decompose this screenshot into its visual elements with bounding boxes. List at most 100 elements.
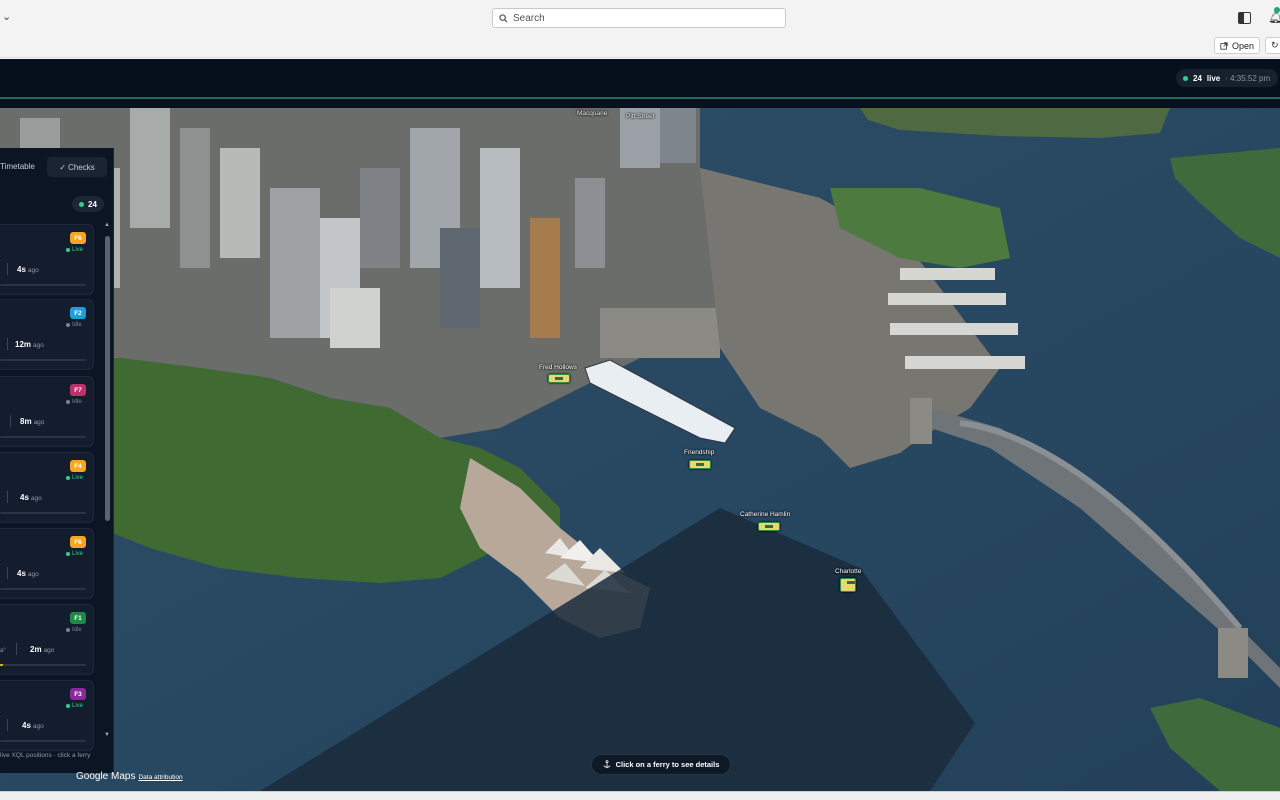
ferry-card[interactable]: F6 Live 4s ago xyxy=(0,224,94,295)
last-seen: 4s ago xyxy=(22,721,44,730)
divider xyxy=(16,643,17,655)
ferry-card[interactable]: F4 Live 4s ago xyxy=(0,452,94,523)
progress-bar xyxy=(0,436,86,438)
heading-value: a° xyxy=(0,648,6,654)
divider xyxy=(10,415,11,427)
ferry-hint-pill: Click on a ferry to see details xyxy=(591,754,731,775)
ago-unit: ago xyxy=(30,495,42,502)
map-attribution: Google Maps Data attribution xyxy=(76,771,183,782)
route-badge: F3 xyxy=(70,688,86,700)
hint-text: Click on a ferry to see details xyxy=(615,760,720,769)
refresh-button[interactable]: ↻ xyxy=(1265,37,1280,54)
last-seen: 4s ago xyxy=(17,265,39,274)
ago-unit: ago xyxy=(27,571,39,578)
map-3d-view[interactable]: Fred Hollows Friendship Catherine Hamlin… xyxy=(0,108,1280,791)
ferry-marker[interactable] xyxy=(689,460,711,469)
notification-badge xyxy=(1274,7,1280,13)
scroll-down-icon[interactable]: ▼ xyxy=(104,732,110,738)
ferry-label: Charlotte xyxy=(835,568,862,575)
ago-value: 4s xyxy=(20,493,29,502)
tab-timetable[interactable]: Timetable xyxy=(0,162,35,171)
status-text: Live xyxy=(72,247,84,253)
ferry-count-row: 24 xyxy=(0,192,112,216)
ferry-list-sidebar: Timetable ✓ Checks 24 F6 Live 4s ago F2 I… xyxy=(0,148,114,773)
tab-checks[interactable]: ✓ Checks xyxy=(47,157,107,177)
map-canvas[interactable] xyxy=(0,108,1280,791)
divider xyxy=(7,491,8,503)
live-dot-icon xyxy=(79,201,85,207)
ago-unit: ago xyxy=(32,723,44,730)
sidebar-tabs: Timetable ✓ Checks xyxy=(0,148,112,188)
status-text: Live xyxy=(72,551,84,557)
status-text: Live xyxy=(72,475,84,481)
search-placeholder: Search xyxy=(513,12,545,24)
ago-value: 8m xyxy=(20,417,32,426)
app-header: 24 live · 4:35:52 pm xyxy=(0,59,1280,99)
status-badge: Idle xyxy=(66,399,82,405)
live-label: live xyxy=(1206,73,1221,83)
search-input[interactable]: Search xyxy=(492,8,786,28)
anchor-icon xyxy=(603,760,611,769)
ferry-card[interactable]: F7 Idle 8m ago xyxy=(0,376,94,447)
ferry-marker[interactable] xyxy=(840,578,856,592)
ago-unit: ago xyxy=(33,342,44,349)
search-icon xyxy=(499,13,508,23)
browser-status-bar xyxy=(0,791,1280,800)
status-badge: Live xyxy=(66,247,83,253)
last-seen: 4s ago xyxy=(20,493,42,502)
ago-value: 4s xyxy=(17,265,26,274)
ferry-card[interactable]: F1 Idle a° 2m ago xyxy=(0,604,94,675)
ferry-card[interactable]: F3 Live 4s ago xyxy=(0,680,94,751)
street-label: Macquarie xyxy=(577,110,608,117)
open-button[interactable]: Open xyxy=(1214,37,1260,54)
route-badge: F2 xyxy=(70,307,86,319)
status-badge: Live xyxy=(66,703,83,709)
last-seen: 8m ago xyxy=(20,417,44,426)
clock-time: · 4:35:52 pm xyxy=(1225,73,1271,83)
ferry-label: Fred Hollows xyxy=(539,364,577,371)
ago-unit: ago xyxy=(43,647,55,654)
route-badge: F6 xyxy=(70,232,86,244)
external-link-icon xyxy=(1220,41,1228,50)
status-text: Live xyxy=(72,703,84,709)
ago-value: 4s xyxy=(22,721,31,730)
route-badge: F1 xyxy=(70,612,86,624)
status-badge: Live xyxy=(66,551,83,557)
progress-bar xyxy=(0,359,86,361)
status-badge: Idle xyxy=(66,627,82,633)
progress-bar xyxy=(0,284,86,286)
status-badge: Live xyxy=(66,475,83,481)
data-attribution-link[interactable]: Data attribution xyxy=(138,774,182,781)
ferry-marker[interactable] xyxy=(758,522,780,531)
divider xyxy=(7,263,8,275)
progress-bar xyxy=(0,740,86,742)
last-seen: 2m ago xyxy=(30,645,54,654)
scroll-up-icon[interactable]: ▲ xyxy=(104,222,110,228)
sidebar-toggle-icon[interactable] xyxy=(1238,12,1251,24)
ferry-label: Catherine Hamlin xyxy=(740,511,791,518)
live-status-pill: 24 live · 4:35:52 pm xyxy=(1176,69,1278,87)
divider xyxy=(7,719,8,731)
ferry-count: 24 xyxy=(88,199,97,209)
google-maps-logo: Google Maps xyxy=(76,771,136,782)
route-badge: F6 xyxy=(70,536,86,548)
browser-toolbar: ⌄ Search 🔔︎ Open ↻ xyxy=(0,0,1280,58)
street-label: Pitt Street xyxy=(626,113,655,120)
sidebar-scrollbar[interactable] xyxy=(105,236,110,521)
live-count: 24 xyxy=(1193,73,1202,83)
status-text: Idle xyxy=(72,627,82,633)
divider xyxy=(7,567,8,579)
last-seen: 4s ago xyxy=(17,569,39,578)
progress-bar xyxy=(0,588,86,590)
open-button-label: Open xyxy=(1231,40,1255,51)
ferry-marker[interactable] xyxy=(548,374,570,383)
ferry-card[interactable]: F6 Live 4s ago xyxy=(0,528,94,599)
divider xyxy=(7,338,8,350)
ferry-count-badge: 24 xyxy=(72,196,104,212)
route-badge: F7 xyxy=(70,384,86,396)
status-text: Idle xyxy=(72,399,82,405)
chevron-down-icon[interactable]: ⌄ xyxy=(2,10,11,23)
live-dot-icon xyxy=(1183,75,1188,81)
ferry-card[interactable]: F2 Idle 12m ago xyxy=(0,299,94,370)
ago-value: 2m xyxy=(30,645,42,654)
